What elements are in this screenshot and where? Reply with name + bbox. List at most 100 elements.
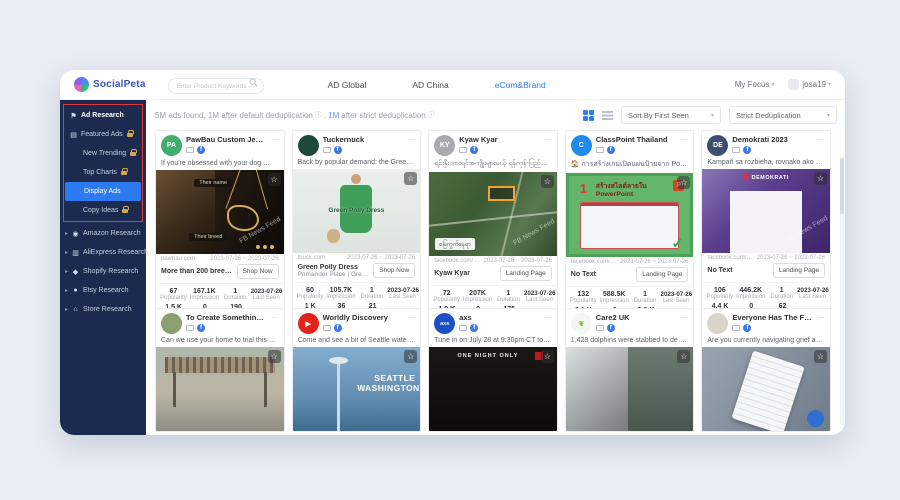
ad-card-classpoint-thailand: C ClassPoint Thailand f … 🏠 การสร้างเกมเ… [565,130,695,327]
favorite-star-icon[interactable]: ☆ [541,175,554,188]
cta-button[interactable]: Shop Now [373,263,415,278]
stat-label: Impression [462,297,493,303]
sidebar-item-copy-ideas[interactable]: Copy Ideas [64,201,142,220]
more-options-icon[interactable]: … [544,135,552,141]
more-options-icon[interactable]: … [271,313,279,319]
stat-cell: 167.1K Impression [189,288,220,301]
image-format-icon [596,325,604,331]
advertiser-name[interactable]: Tuckernuck [323,135,404,144]
nav-ecom-brand[interactable]: eCom&Brand [495,80,546,90]
advertiser-name[interactable]: To Create Something Exceptio... [186,313,267,322]
sidebar-item-top-charts[interactable]: Top Charts [64,163,142,182]
nav-ad-global[interactable]: AD Global [328,80,367,90]
ad-domain-link[interactable]: facebook.com/10... [707,255,752,261]
sidebar-item-new-trending[interactable]: New Trending [64,144,142,163]
sidebar-item-aliexpress-research[interactable]: ▸ ▥ AliExpress Research [60,243,146,262]
advertiser-name[interactable]: axs [459,313,540,322]
ad-creative[interactable]: ONE NIGHT ONLY ☆ [429,347,557,431]
sort-dropdown[interactable]: Sort By First Seen ▾ [621,106,721,124]
favorite-star-icon[interactable]: ☆ [541,350,554,363]
favorite-star-icon[interactable]: ☆ [677,350,690,363]
app-window: SocialPeta AD Global AD China eCom&Brand M… [60,70,845,435]
ad-creative[interactable]: Green Polly Dress ☆ [293,169,421,253]
ad-domain-link[interactable]: pawbau.com [161,256,195,262]
dedup-dropdown-label: Strict Deduplication [736,111,801,120]
more-options-icon[interactable]: … [817,135,825,141]
ad-creative[interactable]: SEATTLE WASHINGTON ☆ [293,347,421,431]
facebook-icon: f [607,146,615,154]
favorite-star-icon[interactable]: ☆ [677,176,690,189]
ad-creative[interactable]: DEMOKRATIFB News Feed ☆ [702,169,830,253]
ad-creative[interactable]: 1สร้างสไลด์ลายใน PowerPointP✓ ☆ [566,173,694,257]
more-options-icon[interactable]: … [680,135,688,141]
favorite-star-icon[interactable]: ☆ [814,350,827,363]
socialpeta-logo[interactable]: SocialPeta [74,77,146,92]
sidebar-item-etsy-research[interactable]: ▸ ● Etsy Research [60,281,146,300]
more-options-icon[interactable]: … [680,313,688,319]
stat-value: 1 [766,287,797,294]
scrollbar[interactable] [840,156,844,425]
sidebar-item-featured-ads[interactable]: ▤ Featured Ads [64,125,142,144]
user-menu[interactable]: josa19 ▾ [788,79,831,90]
socialpeta-logo-text: SocialPeta [93,79,146,90]
list-view-icon[interactable] [602,111,613,120]
cta-button[interactable]: Landing Page [500,266,552,281]
card-header: C ClassPoint Thailand f … [566,131,694,157]
more-options-icon[interactable]: … [407,313,415,319]
ad-creative[interactable]: ☆ [702,347,830,431]
more-options-icon[interactable]: … [271,135,279,141]
stat-cell: 2023-07-26 Last Seen [661,291,692,304]
stat-label: Popularity [431,297,462,303]
dedup-dropdown[interactable]: Strict Deduplication ▾ [729,106,837,124]
advertiser-name[interactable]: Worldly Discovery [323,313,404,322]
sidebar-item-amazon-research[interactable]: ▸ ◉ Amazon Research [60,224,146,243]
more-options-icon[interactable]: … [544,313,552,319]
ad-creative[interactable]: ☆ [566,347,694,431]
stat-label: Duration [630,298,661,304]
favorite-star-icon[interactable]: ☆ [814,172,827,185]
etsy-icon: ● [71,287,80,294]
cta-button[interactable]: Landing Page [636,267,688,282]
sidebar-item-store-research[interactable]: ▸ ⌂ Store Research [60,300,146,319]
ad-domain-link[interactable]: facebook.com/10... [434,258,479,264]
featured-ads-icon: ▤ [69,131,78,139]
more-options-icon[interactable]: … [817,313,825,319]
info-icon[interactable]: ⓘ [428,110,435,120]
stat-value: 1 [356,287,387,294]
my-focus-menu[interactable]: My Focus ▾ [735,80,775,89]
more-options-icon[interactable]: … [407,135,415,141]
stat-value: 2023-07-26 [661,291,692,298]
socialpeta-logo-icon [74,77,89,92]
ad-title: More than 200 breeds available [161,268,233,275]
advertiser-name[interactable]: Kyaw Kyar [459,135,540,144]
sidebar-item-shopify-research[interactable]: ▸ ◆ Shopify Research [60,262,146,281]
grid-view-icon[interactable] [583,110,594,121]
advertiser-name[interactable]: Everyone Has The Freedom To... [732,313,813,322]
strict-dedup-count-link[interactable]: 1M [328,111,339,120]
creative-overlay-text: Green Polly Dress [293,207,421,214]
ad-creative[interactable]: မြေကွက်နေရာFB News Feed ☆ [429,172,557,256]
advertiser-name[interactable]: ClassPoint Thailand [596,135,677,144]
favorite-star-icon[interactable]: ☆ [268,173,281,186]
scrollbar-thumb[interactable] [840,158,844,214]
cta-button[interactable]: Shop Now [237,264,279,279]
nav-ad-china[interactable]: AD China [412,80,448,90]
sidebar-item-ad-research[interactable]: ⚑ Ad Research [64,106,142,125]
advertiser-name[interactable]: Care2 UK [596,313,677,322]
advertiser-name[interactable]: PawBau Custom Jewelry [186,135,267,144]
favorite-star-icon[interactable]: ☆ [268,350,281,363]
favorite-star-icon[interactable]: ☆ [404,172,417,185]
ad-creative[interactable]: ☆ [156,347,284,431]
sidebar-item-display-ads[interactable]: Display Ads [65,182,141,201]
advertiser-name[interactable]: Demokrati 2023 [732,135,813,144]
creative-overlay-text: 1 [580,181,587,196]
ad-creative[interactable]: Their nameTheir breedFB News Feed ☆ [156,170,284,254]
ad-domain-link[interactable]: facebook.com/11... [571,259,616,265]
cta-button[interactable]: Landing Page [773,263,825,278]
ad-domain-link[interactable]: tnuck.com [298,255,325,261]
info-icon[interactable]: ⓘ [315,110,322,120]
stat-label: Last Seen [251,295,282,301]
sidebar-item-label: New Trending [83,150,126,157]
favorite-star-icon[interactable]: ☆ [404,350,417,363]
stat-label: Duration [493,297,524,303]
